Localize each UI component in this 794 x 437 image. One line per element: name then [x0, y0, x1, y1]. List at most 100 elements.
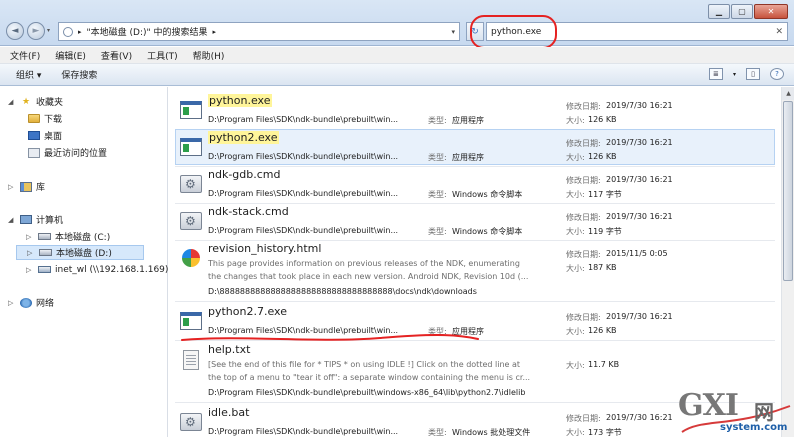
file-name[interactable]: python2.7.exe [208, 305, 287, 318]
modified-label: 修改日期: [566, 250, 601, 259]
file-path: D:\Program Files\SDK\ndk-bundle\prebuilt… [208, 115, 399, 124]
expand-icon[interactable]: ▷ [8, 299, 16, 307]
view-dropdown-icon[interactable]: ▾ [733, 71, 736, 78]
modified-label: 修改日期: [566, 102, 601, 111]
breadcrumb-separator[interactable]: ▸ [213, 28, 217, 36]
view-options-icon[interactable]: ≣ [708, 68, 723, 80]
watermark-text: GXI [678, 388, 739, 423]
downloads-folder-icon [28, 114, 40, 123]
file-name[interactable]: ndk-stack.cmd [208, 205, 289, 218]
breadcrumb-separator[interactable]: ▸ [78, 28, 82, 36]
library-icon [20, 181, 32, 192]
sidebar-item-drive-c[interactable]: ▷ 本地磁盘 (C:) [16, 229, 110, 244]
file-path: D:\Program Files\SDK\ndk-bundle\prebuilt… [208, 388, 526, 397]
menu-help[interactable]: 帮助(H) [193, 49, 225, 62]
forward-button[interactable]: ► [27, 22, 45, 40]
list-item[interactable]: revision_history.html This page provides… [175, 240, 775, 300]
collapse-icon[interactable]: ◢ [8, 98, 16, 106]
file-type: Windows 命令脚本 [452, 190, 523, 199]
annotation-underline [181, 334, 479, 341]
file-name[interactable]: ndk-gdb.cmd [208, 168, 280, 181]
expand-icon[interactable]: ▷ [27, 249, 35, 257]
file-path: D:\Program Files\SDK\ndk-bundle\prebuilt… [208, 226, 399, 235]
file-type: Windows 批处理文件 [452, 428, 531, 437]
help-icon[interactable]: ? [770, 68, 784, 80]
breadcrumb-search-results[interactable]: "本地磁盘 (D:)" 中的搜索结果 [87, 25, 208, 38]
file-name[interactable]: revision_history.html [208, 242, 321, 255]
expand-icon[interactable]: ▷ [26, 233, 34, 241]
scroll-up-icon[interactable]: ▲ [782, 87, 794, 100]
file-type: Windows 命令脚本 [452, 227, 523, 236]
html-document-icon [182, 249, 200, 267]
search-results-list: python.exe D:\Program Files\SDK\ndk-bund… [169, 87, 781, 437]
text-document-icon [183, 350, 199, 370]
file-name[interactable]: idle.bat [208, 406, 249, 419]
watermark-text: 网 [754, 400, 774, 424]
file-size: 173 字节 [588, 428, 622, 437]
expand-icon[interactable]: ▷ [8, 183, 16, 191]
sidebar-item-recent[interactable]: 最近访问的位置 [28, 145, 107, 160]
sidebar-item-favorites[interactable]: ◢ ★ 收藏夹 [8, 94, 63, 109]
file-size: 117 字节 [588, 190, 622, 199]
size-label: 大小: [566, 227, 585, 236]
file-size: 119 字节 [588, 227, 622, 236]
file-description: the changes that took place in each new … [208, 272, 529, 281]
recent-pages-dropdown[interactable]: ▾ [47, 27, 50, 34]
collapse-icon[interactable]: ◢ [8, 216, 16, 224]
menu-edit[interactable]: 编辑(E) [55, 49, 86, 62]
list-item[interactable]: python.exe D:\Program Files\SDK\ndk-bund… [175, 92, 775, 128]
sidebar-item-label: 收藏夹 [36, 98, 64, 108]
list-item[interactable]: python2.exe D:\Program Files\SDK\ndk-bun… [175, 129, 775, 165]
star-icon: ★ [21, 96, 31, 107]
file-description: This page provides information on previo… [208, 259, 520, 268]
menu-bar: 文件(F) 编辑(E) 查看(V) 工具(T) 帮助(H) [0, 47, 794, 64]
watermark-logo: GXI 网 system.com [672, 388, 794, 437]
organize-button[interactable]: 组织 ▾ [16, 68, 41, 81]
size-label: 大小: [566, 428, 585, 437]
size-label: 大小: [566, 327, 585, 336]
sidebar-item-downloads[interactable]: 下载 [28, 111, 62, 126]
minimize-button[interactable]: ▁ [708, 4, 730, 19]
recent-places-icon [28, 147, 40, 158]
sidebar-item-label: 库 [36, 183, 46, 193]
sidebar-item-libraries[interactable]: ▷ 库 [8, 179, 45, 194]
sidebar-item-computer[interactable]: ◢ 计算机 [8, 212, 63, 227]
file-name[interactable]: python2.exe [208, 131, 279, 144]
maximize-button[interactable]: ▢ [731, 4, 753, 19]
back-button[interactable]: ◄ [6, 22, 24, 40]
type-label: 类型: [428, 116, 447, 125]
close-button[interactable]: ✕ [754, 4, 788, 19]
command-bar: 组织 ▾ 保存搜索 ≣ ▾ ▯ ? [0, 64, 794, 86]
navigation-pane: ◢ ★ 收藏夹 下载 桌面 最近访问的位置 ▷ 库 ◢ 计算机 ▷ 本地磁盘 (… [0, 87, 188, 437]
vertical-scrollbar[interactable]: ▲ [781, 87, 794, 437]
application-icon [180, 101, 202, 119]
clear-search-icon[interactable]: ✕ [775, 27, 783, 37]
file-type: 应用程序 [452, 153, 484, 162]
sidebar-item-desktop[interactable]: 桌面 [28, 128, 62, 143]
title-bar: ▁ ▢ ✕ ◄ ► ▾ ▸ "本地磁盘 (D:)" 中的搜索结果 ▸ ▾ ↻ p… [0, 0, 794, 49]
modified-date: 2019/7/30 16:21 [606, 413, 673, 422]
sidebar-item-drive-d[interactable]: ▷ 本地磁盘 (D:) [16, 245, 144, 260]
expand-icon[interactable]: ▷ [26, 266, 34, 274]
sidebar-item-drive-z[interactable]: ▷ inet_wl (\\192.168.1.169) (Z:) [16, 262, 188, 277]
modified-date: 2015/11/5 0:05 [606, 249, 668, 258]
sidebar-item-network[interactable]: ▷ 网络 [8, 295, 54, 310]
address-bar[interactable]: ▸ "本地磁盘 (D:)" 中的搜索结果 ▸ ▾ [58, 22, 460, 41]
application-icon [180, 312, 202, 330]
list-item[interactable]: ndk-gdb.cmd D:\Program Files\SDK\ndk-bun… [175, 166, 775, 202]
type-label: 类型: [428, 153, 447, 162]
save-search-button[interactable]: 保存搜索 [61, 68, 97, 81]
scroll-thumb[interactable] [783, 101, 793, 281]
size-label: 大小: [566, 264, 585, 273]
file-path: D:\Program Files\SDK\ndk-bundle\prebuilt… [208, 427, 399, 436]
file-name[interactable]: python.exe [208, 94, 272, 107]
list-item[interactable]: ndk-stack.cmd D:\Program Files\SDK\ndk-b… [175, 203, 775, 239]
address-dropdown-icon[interactable]: ▾ [451, 28, 455, 36]
application-icon [180, 138, 202, 156]
menu-tools[interactable]: 工具(T) [147, 49, 178, 62]
menu-view[interactable]: 查看(V) [101, 49, 132, 62]
menu-file[interactable]: 文件(F) [10, 49, 40, 62]
network-icon [20, 297, 32, 308]
window-controls: ▁ ▢ ✕ [708, 4, 788, 19]
preview-pane-icon[interactable]: ▯ [746, 68, 760, 80]
